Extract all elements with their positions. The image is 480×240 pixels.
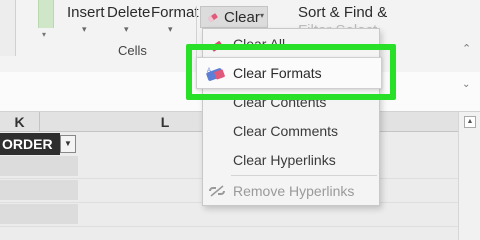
sort-find-button[interactable]: Sort & Find & — [298, 4, 387, 21]
clear-caret-icon: ▾ — [260, 11, 265, 20]
column-header-k[interactable]: K — [0, 112, 40, 132]
unlink-icon — [209, 185, 225, 197]
format-caret-icon[interactable]: ▾ — [168, 24, 173, 35]
row-band — [0, 156, 78, 176]
clear-button[interactable]: Clear ▾ — [200, 6, 268, 28]
menu-item-clear-comments[interactable]: Clear Comments — [233, 123, 338, 139]
delete-button[interactable]: Delete — [107, 4, 150, 21]
filter-dropdown-icon[interactable]: ▼ — [60, 135, 76, 153]
menu-item-clear-hyperlinks[interactable]: Clear Hyperlinks — [233, 152, 336, 168]
row-band — [0, 180, 78, 200]
formula-expand-icon[interactable]: ⌄ — [462, 79, 470, 90]
cells-group-label: Cells — [118, 43, 147, 58]
styles-gallery-edge[interactable] — [38, 0, 54, 28]
chevron-down-icon[interactable]: ▾ — [42, 30, 46, 39]
row-gridline — [0, 226, 458, 227]
delete-caret-icon[interactable]: ▾ — [124, 24, 129, 35]
order-header-cell[interactable]: ORDER — [0, 133, 60, 155]
menu-separator — [231, 175, 377, 176]
highlight-callout — [186, 44, 396, 100]
scroll-up-icon[interactable]: ▲ — [464, 116, 476, 128]
ribbon-left-panel — [0, 0, 16, 56]
vertical-scrollbar[interactable]: ▲ — [458, 112, 480, 240]
collapse-ribbon-icon[interactable]: ⌃ — [462, 42, 471, 55]
eraser-icon — [207, 13, 218, 22]
row-band — [0, 204, 78, 224]
insert-button[interactable]: Insert — [67, 4, 105, 21]
insert-caret-icon[interactable]: ▾ — [82, 24, 87, 35]
clear-button-label: Clear — [224, 9, 260, 26]
format-button[interactable]: Format — [151, 4, 199, 21]
menu-item-remove-hyperlinks: Remove Hyperlinks — [233, 183, 355, 199]
